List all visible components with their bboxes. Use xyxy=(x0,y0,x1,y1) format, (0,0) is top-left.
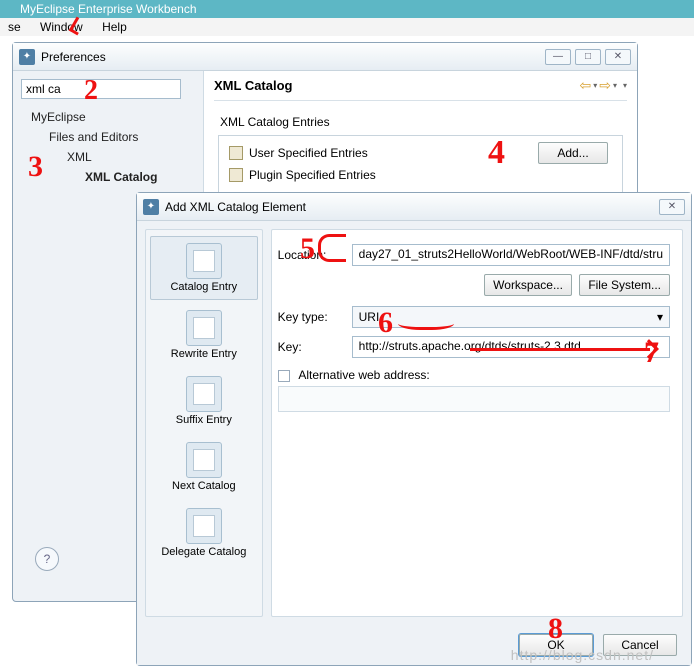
tree-xml-catalog[interactable]: XML Catalog xyxy=(21,167,195,187)
delegate-catalog-icon xyxy=(186,508,222,544)
close-button[interactable]: ✕ xyxy=(605,49,631,65)
add-dialog-title: Add XML Catalog Element xyxy=(165,200,659,214)
side-label: Suffix Entry xyxy=(152,414,256,426)
entry-label: Plugin Specified Entries xyxy=(249,164,376,186)
entry-type-list: Catalog Entry Rewrite Entry Suffix Entry… xyxy=(145,229,263,617)
keytype-label: Key type: xyxy=(278,310,346,324)
preferences-search-input[interactable] xyxy=(21,79,181,99)
key-label: Key: xyxy=(278,340,346,354)
side-catalog-entry[interactable]: Catalog Entry xyxy=(150,236,258,300)
location-input[interactable]: day27_01_struts2HelloWorld/WebRoot/WEB-I… xyxy=(352,244,670,266)
alt-address-input xyxy=(278,386,670,412)
maximize-button[interactable]: □ xyxy=(575,49,601,65)
catalog-entry-form: Location: day27_01_struts2HelloWorld/Web… xyxy=(271,229,683,617)
minimize-button[interactable]: — xyxy=(545,49,571,65)
side-delegate-catalog[interactable]: Delegate Catalog xyxy=(150,502,258,564)
tree-myeclipse[interactable]: MyEclipse xyxy=(21,107,195,127)
key-input[interactable]: http://struts.apache.org/dtds/struts-2.3… xyxy=(352,336,670,358)
entry-plugin-specified[interactable]: Plugin Specified Entries xyxy=(229,164,522,186)
preferences-title: Preferences xyxy=(41,50,545,64)
location-label: Location: xyxy=(278,248,346,262)
preferences-tree: MyEclipse Files and Editors XML XML Cata… xyxy=(21,107,195,187)
side-label: Delegate Catalog xyxy=(152,546,256,558)
side-label: Rewrite Entry xyxy=(152,348,256,360)
keytype-value: URI xyxy=(359,310,380,324)
forward-menu-icon[interactable]: ▾ xyxy=(613,81,617,90)
suffix-entry-icon xyxy=(186,376,222,412)
forward-arrow-icon[interactable]: ⇨ xyxy=(597,77,613,94)
entry-user-specified[interactable]: User Specified Entries xyxy=(229,142,522,164)
alt-address-checkbox[interactable] xyxy=(278,370,290,382)
preferences-icon: ✦ xyxy=(19,49,35,65)
file-system-button[interactable]: File System... xyxy=(579,274,670,296)
app-titlebar: MyEclipse Enterprise Workbench xyxy=(0,0,694,18)
menu-window[interactable]: Window xyxy=(32,18,91,36)
back-arrow-icon[interactable]: ⇦ xyxy=(577,77,593,94)
dialog-close-button[interactable]: ✕ xyxy=(659,199,685,215)
folder-icon xyxy=(229,168,243,182)
side-next-catalog[interactable]: Next Catalog xyxy=(150,436,258,498)
watermark: http://blog.csdn.net/ xyxy=(511,647,654,663)
entries-label: XML Catalog Entries xyxy=(220,115,627,129)
keytype-select[interactable]: URI ▾ xyxy=(352,306,670,328)
menu-help[interactable]: Help xyxy=(94,18,135,36)
add-catalog-dialog: ✦ Add XML Catalog Element ✕ Catalog Entr… xyxy=(136,192,692,666)
tree-xml[interactable]: XML xyxy=(21,147,195,167)
entry-label: User Specified Entries xyxy=(249,142,368,164)
next-catalog-icon xyxy=(186,442,222,478)
catalog-entry-icon xyxy=(186,243,222,279)
add-dialog-titlebar: ✦ Add XML Catalog Element ✕ xyxy=(137,193,691,221)
menu-se[interactable]: se xyxy=(0,18,29,36)
add-button[interactable]: Add... xyxy=(538,142,608,164)
help-button[interactable]: ? xyxy=(35,547,59,571)
side-rewrite-entry[interactable]: Rewrite Entry xyxy=(150,304,258,366)
alt-address-label: Alternative web address: xyxy=(298,368,429,382)
dialog-icon: ✦ xyxy=(143,199,159,215)
tree-files-and-editors[interactable]: Files and Editors xyxy=(21,127,195,147)
side-label: Next Catalog xyxy=(152,480,256,492)
folder-icon xyxy=(229,146,243,160)
rewrite-entry-icon xyxy=(186,310,222,346)
side-label: Catalog Entry xyxy=(153,281,255,293)
content-heading: XML Catalog xyxy=(214,78,577,93)
menubar: se Window Help xyxy=(0,18,694,36)
chevron-down-icon: ▾ xyxy=(657,310,663,324)
preferences-titlebar: ✦ Preferences — □ ✕ xyxy=(13,43,637,71)
content-menu-icon[interactable]: ▾ xyxy=(623,81,627,90)
workspace-button[interactable]: Workspace... xyxy=(484,274,572,296)
side-suffix-entry[interactable]: Suffix Entry xyxy=(150,370,258,432)
